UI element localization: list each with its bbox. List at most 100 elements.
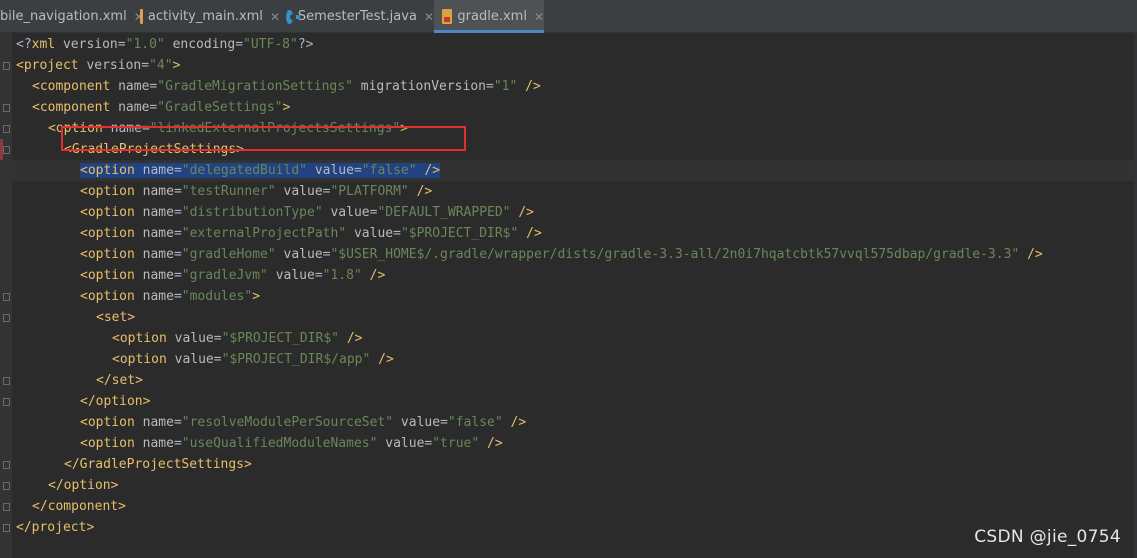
code-line[interactable]: </component> [12, 496, 1137, 517]
code-text: <option name="resolveModulePerSourceSet"… [80, 412, 526, 433]
code-line[interactable]: <option name="modules"> [12, 286, 1137, 307]
code-line[interactable]: <set> [12, 307, 1137, 328]
fold-toggle-icon[interactable] [3, 398, 10, 406]
code-editor[interactable]: <?xml version="1.0" encoding="UTF-8"?> <p… [12, 33, 1137, 558]
fold-toggle-icon[interactable] [3, 62, 10, 70]
tab-gradle-xml[interactable]: gradle.xml ✕ [434, 0, 544, 33]
code-text: <option value="$PROJECT_DIR$/app" /> [112, 349, 394, 370]
code-token: > [282, 100, 291, 115]
fold-toggle-icon[interactable] [3, 293, 10, 301]
code-token: value [174, 352, 214, 367]
code-text: </option> [48, 475, 118, 496]
code-token: = [173, 289, 182, 304]
fold-toggle-icon[interactable] [3, 377, 10, 385]
code-line[interactable]: <option value="$PROJECT_DIR$" /> [12, 328, 1137, 349]
code-text: </set> [96, 370, 143, 391]
close-icon[interactable]: ✕ [534, 10, 544, 24]
xml-file-icon [442, 9, 453, 24]
code-token: "true" [432, 436, 480, 451]
code-token: /> [487, 436, 503, 451]
code-line[interactable]: </option> [12, 391, 1137, 412]
code-line[interactable]: </set> [12, 370, 1137, 391]
tab-activity-main-xml[interactable]: activity_main.xml ✕ [140, 0, 280, 33]
code-token: </GradleProjectSettings> [64, 457, 252, 472]
java-class-icon [286, 9, 300, 24]
code-text: </component> [32, 496, 126, 517]
code-line[interactable]: <option name="resolveModulePerSourceSet"… [12, 412, 1137, 433]
editor-gutter[interactable] [0, 33, 12, 558]
code-line[interactable]: <component name="GradleSettings"> [12, 97, 1137, 118]
code-token: "UTF-8" [243, 37, 298, 52]
code-text: </option> [80, 391, 150, 412]
code-token: "$PROJECT_DIR$" [221, 331, 339, 346]
code-token: "PLATFORM" [330, 184, 409, 199]
code-line[interactable]: <option name="gradleJvm" value="1.8" /> [12, 265, 1137, 286]
code-line[interactable]: <option name="gradleHome" value="$USER_H… [12, 244, 1137, 265]
code-token: <option [80, 163, 135, 178]
code-token: xml [31, 37, 56, 52]
code-token: </option> [80, 394, 151, 409]
code-line[interactable]: <option name="testRunner" value="PLATFOR… [12, 181, 1137, 202]
tab-mobile-navigation-xml[interactable]: bile_navigation.xml ✕ [0, 0, 144, 33]
code-token: name [142, 436, 174, 451]
tab-semestertest-java[interactable]: SemesterTest.java ✕ [286, 0, 434, 33]
code-text: <option name="modules"> [80, 286, 260, 307]
code-token: = [173, 268, 182, 283]
code-token: > [400, 121, 409, 136]
fold-toggle-icon[interactable] [3, 146, 10, 154]
code-token: = [314, 268, 323, 283]
code-token: "GradleMigrationSettings" [157, 79, 353, 94]
code-token: /> [1027, 247, 1043, 262]
code-text: <option name="distributionType" value="D… [80, 202, 534, 223]
code-text: <option name="gradleJvm" value="1.8" /> [80, 265, 385, 286]
code-token: name [110, 121, 142, 136]
close-icon[interactable]: ✕ [270, 10, 280, 24]
close-icon[interactable]: ✕ [424, 10, 434, 24]
code-token: value [353, 226, 394, 241]
code-line[interactable]: <GradleProjectSettings> [12, 139, 1137, 160]
xml-file-icon [140, 9, 143, 24]
code-token: = [213, 331, 222, 346]
code-text: <component name = "GradleMigrationSettings… [32, 76, 541, 97]
code-line[interactable]: <option name="delegatedBuild" value="fal… [12, 160, 1137, 181]
code-line[interactable]: <?xml version="1.0" encoding="UTF-8"?> [12, 34, 1137, 55]
fold-toggle-icon[interactable] [3, 461, 10, 469]
code-line[interactable]: <project version="4"> [12, 55, 1137, 76]
code-text: <option value="$PROJECT_DIR$" /> [112, 328, 362, 349]
fold-toggle-icon[interactable] [3, 104, 10, 112]
code-line[interactable]: </project> [12, 517, 1137, 538]
fold-toggle-icon[interactable] [3, 524, 10, 532]
code-token: migrationVersion [360, 79, 486, 94]
code-token: version [62, 37, 118, 52]
code-token: = [485, 79, 494, 94]
code-line[interactable]: </option> [12, 475, 1137, 496]
code-line[interactable]: <option name="linkedExternalProjectsSett… [12, 118, 1137, 139]
code-token: value [400, 415, 441, 430]
code-line[interactable]: <option name="useQualifiedModuleNames" v… [12, 433, 1137, 454]
fold-toggle-icon[interactable] [3, 314, 10, 322]
code-token: <option [80, 268, 135, 283]
fold-toggle-icon[interactable] [3, 503, 10, 511]
code-line[interactable]: </GradleProjectSettings> [12, 454, 1137, 475]
code-line[interactable]: <option name="externalProjectPath" value… [12, 223, 1137, 244]
code-token: = [173, 163, 182, 178]
fold-toggle-icon[interactable] [3, 482, 10, 490]
code-token: value [314, 163, 354, 178]
code-line[interactable]: <option value="$PROJECT_DIR$/app" /> [12, 349, 1137, 370]
code-token: ?> [297, 37, 314, 52]
code-token: "useQualifiedModuleNames" [181, 436, 378, 451]
code-line[interactable]: <component name = "GradleMigrationSettings… [12, 76, 1137, 97]
code-line[interactable]: <option name="distributionType" value="D… [12, 202, 1137, 223]
fold-toggle-icon[interactable] [3, 125, 10, 133]
code-text: <option name="externalProjectPath" value… [80, 223, 542, 244]
code-token: > [172, 58, 181, 73]
